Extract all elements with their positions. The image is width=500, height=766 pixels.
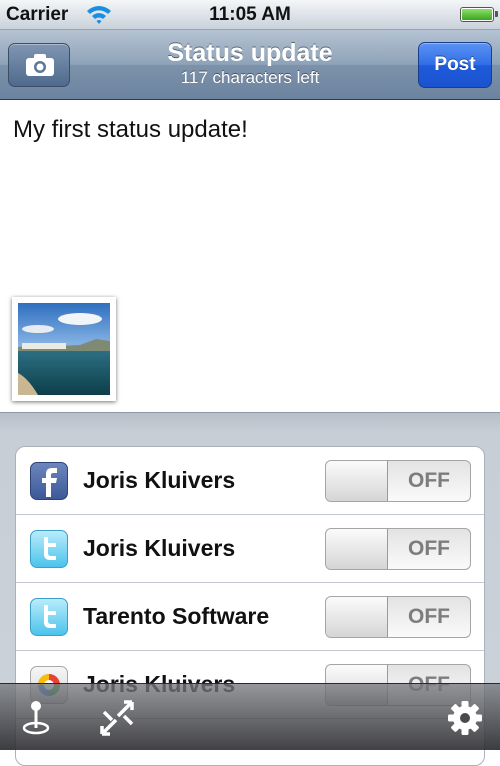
battery-icon xyxy=(460,7,498,22)
post-button[interactable]: Post xyxy=(418,42,492,88)
twitter-icon xyxy=(30,530,68,568)
settings-button[interactable] xyxy=(445,698,485,743)
navigation-bar: Status update 117 characters left Post xyxy=(0,30,500,100)
photo-thumbnail[interactable] xyxy=(12,297,116,401)
status-bar: Carrier 11:05 AM xyxy=(0,0,500,30)
gear-icon xyxy=(448,701,482,735)
account-row: Joris Kluivers OFF xyxy=(16,515,484,583)
share-toggle[interactable]: OFF xyxy=(325,596,471,638)
account-row: Tarento Software OFF xyxy=(16,583,484,651)
share-toggle[interactable]: OFF xyxy=(325,528,471,570)
clock: 11:05 AM xyxy=(209,4,291,25)
twitter-icon xyxy=(30,598,68,636)
status-text-area[interactable]: My first status update! xyxy=(0,100,500,412)
status-text: My first status update! xyxy=(13,116,248,143)
toggle-state: OFF xyxy=(408,469,450,492)
location-pin-icon xyxy=(22,701,50,735)
toggle-state: OFF xyxy=(408,605,450,628)
share-toggle[interactable]: OFF xyxy=(325,460,471,502)
shorten-link-button[interactable] xyxy=(98,698,138,743)
shorten-link-icon xyxy=(100,700,134,736)
bottom-toolbar xyxy=(0,683,500,750)
account-name: Tarento Software xyxy=(83,603,270,629)
toggle-state: OFF xyxy=(408,537,450,560)
location-button[interactable] xyxy=(16,698,56,743)
facebook-icon xyxy=(30,462,68,500)
account-name: Joris Kluivers xyxy=(83,535,236,561)
account-row: Joris Kluivers OFF xyxy=(16,447,484,515)
account-name: Joris Kluivers xyxy=(83,467,236,493)
